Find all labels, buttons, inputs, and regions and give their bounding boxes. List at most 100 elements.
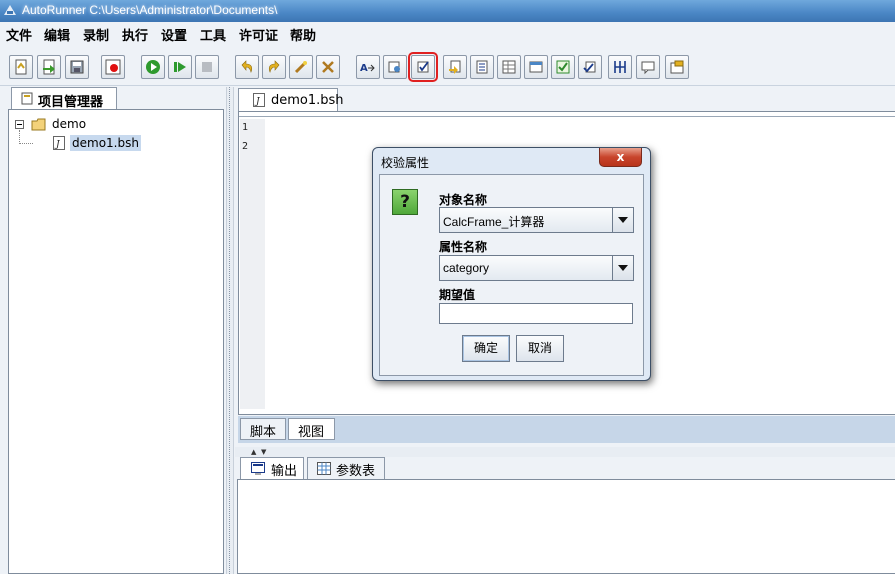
comment-icon <box>641 61 655 75</box>
align-icon <box>614 61 626 73</box>
object-name-value: CalcFrame_计算器 <box>443 215 545 229</box>
wand-icon <box>294 61 307 74</box>
open-button[interactable] <box>37 55 61 79</box>
menu-settings[interactable]: 设置 <box>161 25 187 44</box>
check-window-button[interactable] <box>524 55 548 79</box>
line-number: 1 <box>242 122 249 133</box>
cancel-button[interactable]: 取消 <box>516 335 564 362</box>
tab-script-label: 脚本 <box>250 425 277 440</box>
menu-file[interactable]: 文件 <box>6 25 32 44</box>
check-value-button[interactable] <box>578 55 602 79</box>
save-button[interactable] <box>65 55 89 79</box>
tab-params[interactable]: 参数表 <box>307 457 385 479</box>
line-number-gutter: 1 2 <box>240 119 265 409</box>
tab-demo1-bsh[interactable]: J demo1.bsh <box>238 88 344 111</box>
run-step-button[interactable] <box>168 55 192 79</box>
chevron-down-icon[interactable] <box>612 208 633 232</box>
play-icon <box>146 60 160 74</box>
editor-tabstrip: J demo1.bsh <box>235 87 895 111</box>
text-check-button[interactable]: A <box>356 55 380 79</box>
new-script-button[interactable] <box>9 55 33 79</box>
checkpoint-icon <box>449 60 461 74</box>
tab-output[interactable]: 输出 <box>240 457 304 479</box>
record-button[interactable] <box>101 55 125 79</box>
undo-button[interactable] <box>235 55 259 79</box>
properties-icon <box>670 60 684 74</box>
new-file-icon <box>15 59 27 75</box>
undo-icon <box>241 60 253 73</box>
vertical-splitter[interactable] <box>226 87 234 574</box>
tab-project-manager[interactable]: 项目管理器 <box>11 87 117 110</box>
redo-button[interactable] <box>262 55 286 79</box>
dialog-content: ? 对象名称 CalcFrame_计算器 属性名称 category 期望值 确… <box>379 174 644 376</box>
check-region-button[interactable] <box>316 55 340 79</box>
table-check-icon <box>502 60 516 74</box>
tab-params-label: 参数表 <box>336 464 376 479</box>
dialog-title: 校验属性 <box>381 156 430 170</box>
check-list-button[interactable] <box>470 55 494 79</box>
dialog-close-button[interactable]: x <box>599 148 642 167</box>
list-check-icon <box>476 60 488 74</box>
collapse-up-icon[interactable]: ▲ <box>251 448 256 456</box>
property-name-combo[interactable]: category <box>439 255 634 281</box>
expected-value-input[interactable] <box>439 303 633 324</box>
check-table-button[interactable] <box>497 55 521 79</box>
editor-top-line <box>239 116 895 117</box>
stop-button[interactable] <box>195 55 219 79</box>
check-image-button[interactable] <box>383 55 407 79</box>
menu-tools[interactable]: 工具 <box>200 25 226 44</box>
check-property-button[interactable] <box>408 52 438 82</box>
autorunner-logo-icon <box>4 5 16 15</box>
project-icon <box>21 92 33 105</box>
text-check-icon: A <box>360 63 375 74</box>
check-object-button[interactable] <box>289 55 313 79</box>
screen-check-icon <box>556 60 570 74</box>
property-name-label: 属性名称 <box>439 240 488 254</box>
properties-button[interactable] <box>665 55 689 79</box>
output-console[interactable] <box>237 479 895 574</box>
align-button[interactable] <box>608 55 632 79</box>
folder-open-icon <box>31 118 46 131</box>
open-icon <box>43 59 55 75</box>
menu-license[interactable]: 许可证 <box>239 25 278 44</box>
add-checkpoint-button[interactable] <box>443 55 467 79</box>
property-name-value: category <box>443 261 490 275</box>
step-icon <box>174 62 186 72</box>
window-check-icon <box>529 61 543 73</box>
tab-demo1-bsh-label: demo1.bsh <box>271 93 344 108</box>
tab-script[interactable]: 脚本 <box>240 418 286 440</box>
console-icon <box>251 462 265 475</box>
redo-icon <box>268 60 280 73</box>
question-icon: ? <box>392 189 418 215</box>
stop-icon <box>202 62 212 72</box>
menu-bar: 文件 编辑 录制 执行 设置 工具 许可证 帮助 <box>0 22 895 44</box>
menu-run[interactable]: 执行 <box>122 25 148 44</box>
tree-line-h <box>19 143 33 144</box>
project-tree: demo J demo1.bsh <box>8 109 224 574</box>
image-check-icon <box>388 61 400 73</box>
tree-line <box>19 130 20 144</box>
menu-edit[interactable]: 编辑 <box>44 25 70 44</box>
editor-view-tabs: 脚本 视图 <box>238 416 895 443</box>
run-button[interactable] <box>141 55 165 79</box>
project-manager-panel: 项目管理器 demo J demo1.bsh <box>5 87 226 574</box>
object-name-combo[interactable]: CalcFrame_计算器 <box>439 207 634 233</box>
collapse-icon[interactable] <box>15 120 24 129</box>
chevron-down-icon[interactable] <box>612 256 633 280</box>
title-bar: AutoRunner C:\Users\Administrator\Docume… <box>0 0 895 22</box>
ok-button[interactable]: 确定 <box>462 335 510 362</box>
value-check-icon <box>583 61 596 73</box>
menu-help[interactable]: 帮助 <box>290 25 316 44</box>
check-property-dialog: 校验属性 x ? 对象名称 CalcFrame_计算器 属性名称 categor… <box>372 147 651 381</box>
menu-record[interactable]: 录制 <box>83 25 109 44</box>
check-screen-button[interactable] <box>551 55 575 79</box>
property-check-icon <box>417 61 429 73</box>
comment-button[interactable] <box>636 55 660 79</box>
save-icon <box>70 60 84 74</box>
horizontal-splitter[interactable]: ▲ ▼ <box>235 447 895 457</box>
tab-view[interactable]: 视图 <box>288 418 335 440</box>
line-number: 2 <box>242 141 249 152</box>
svg-text:A: A <box>360 63 368 74</box>
collapse-down-icon[interactable]: ▼ <box>261 448 266 456</box>
tab-view-label: 视图 <box>298 425 325 440</box>
